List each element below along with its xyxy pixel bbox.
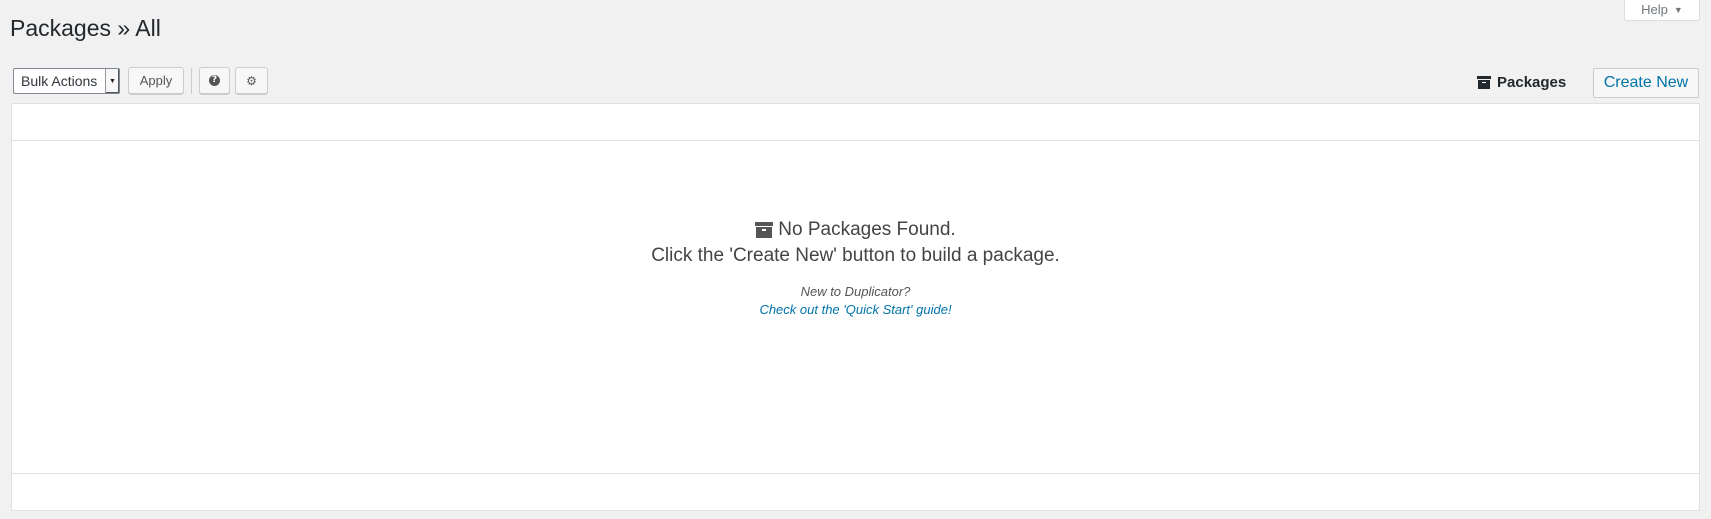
table-footer	[12, 473, 1699, 510]
question-circle-icon: ?	[209, 75, 220, 86]
create-new-button[interactable]: Create New	[1593, 68, 1699, 98]
quick-start-link[interactable]: Check out the 'Quick Start' guide!	[759, 301, 951, 319]
packages-table: No Packages Found. Click the 'Create New…	[11, 103, 1700, 511]
toolbar-divider	[191, 68, 192, 94]
new-to-duplicator-text: New to Duplicator?	[800, 284, 911, 299]
table-header	[12, 104, 1699, 141]
caret-down-icon: ▼	[1673, 4, 1683, 15]
empty-title: No Packages Found.	[778, 219, 956, 240]
help-tab-label: Help	[1641, 2, 1668, 17]
empty-message: Click the 'Create New' button to build a…	[651, 245, 1060, 266]
archive-icon	[755, 222, 774, 238]
dropdown-arrow-icon[interactable]: ▼	[105, 69, 119, 93]
help-tab[interactable]: Help ▼	[1624, 0, 1700, 21]
packages-label: Packages	[1497, 73, 1567, 91]
page-title: Packages » All	[10, 15, 161, 41]
packages-heading: Packages	[1477, 73, 1566, 91]
archive-icon	[1477, 75, 1491, 89]
settings-button[interactable]: ⚙	[235, 67, 268, 94]
bulk-actions-select[interactable]: Bulk Actions ▼	[13, 68, 120, 94]
gear-icon: ⚙	[246, 73, 257, 88]
empty-title-row: No Packages Found.	[12, 217, 1699, 243]
help-button[interactable]: ?	[199, 67, 230, 94]
bulk-actions-label: Bulk Actions	[21, 73, 98, 89]
empty-state: No Packages Found. Click the 'Create New…	[12, 217, 1699, 319]
apply-button[interactable]: Apply	[128, 67, 184, 94]
